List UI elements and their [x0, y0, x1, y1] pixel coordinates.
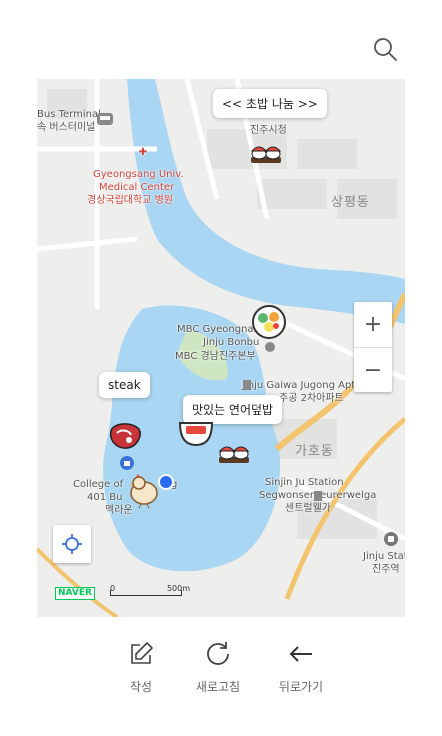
search-icon	[374, 38, 397, 61]
write-button[interactable]: 작성	[116, 640, 166, 695]
current-location-dot	[158, 474, 174, 490]
search-button[interactable]	[370, 34, 402, 66]
refresh-button[interactable]: 새로고침	[188, 640, 248, 695]
zoom-out-button[interactable]: −	[354, 348, 392, 393]
bus-icon	[97, 113, 113, 125]
arrow-left-icon	[289, 646, 312, 662]
bus-terminal-ko-label: 속 버스터미널	[37, 122, 96, 133]
building-icon	[265, 342, 275, 352]
refresh-label: 새로고침	[195, 680, 241, 694]
chicken-icon[interactable]	[127, 473, 161, 509]
current-location-button[interactable]	[53, 525, 91, 563]
steak-icon[interactable]	[107, 421, 143, 451]
sushi-post-bubble[interactable]: << 초밥 나눔 >>	[213, 89, 327, 118]
train-station-icon	[384, 532, 398, 546]
station-building-icon	[314, 491, 322, 501]
hospital-label-ko: 경상국립대학교 병원	[87, 195, 173, 206]
back-button[interactable]: 뒤로가기	[270, 640, 332, 695]
college-label-1: College of	[73, 479, 124, 490]
sushi-icon-2[interactable]	[217, 439, 251, 467]
pencil-square-icon	[131, 642, 153, 664]
map-scale: 0 500m	[110, 584, 190, 596]
salad-bowl-icon[interactable]	[251, 305, 287, 339]
hospital-label-en: Gyeongsang Univ.	[93, 169, 184, 180]
crosshair-icon	[62, 534, 82, 554]
hospital-label-en-2: Medical Center	[99, 182, 175, 193]
apartment-icon	[243, 380, 251, 390]
write-label: 작성	[129, 680, 153, 694]
hospital-icon: ✚	[138, 147, 148, 158]
bus-terminal-label: Bus Terminal	[37, 109, 101, 120]
scale-bar	[110, 590, 182, 596]
apartment-label-en: Jinju Gaiwa Jugong Apt.	[242, 380, 359, 391]
naver-logo: NAVER	[55, 587, 95, 600]
jinju-station-label-ko: 진주역	[372, 564, 400, 575]
steak-post-bubble[interactable]: steak	[99, 372, 150, 398]
district-sangpyeong-label: 상평동	[331, 195, 370, 210]
zoom-control: + −	[354, 302, 392, 392]
college-label-2: 401 Bu	[87, 492, 123, 503]
sushi-icon[interactable]	[249, 139, 283, 167]
refresh-icon	[207, 642, 229, 665]
city-hall-label: 진주시청	[250, 125, 287, 136]
bottom-toolbar: 작성 새로고침 뒤로가기	[0, 640, 442, 710]
back-label: 뒤로가기	[278, 680, 324, 694]
mbc-label-ko: MBC 경남진주본부	[175, 351, 256, 362]
rice-bowl-icon[interactable]	[178, 419, 214, 447]
zoom-in-button[interactable]: +	[354, 302, 392, 348]
jinju-station-label-en: Jinju Stati	[363, 551, 405, 562]
district-gaho-label: 가호동	[295, 444, 334, 459]
apartment-label-ko: 주공 2차아파트	[279, 393, 344, 404]
school-marker-icon	[120, 456, 134, 470]
station-label-ko: 센트럴웰가	[285, 503, 331, 514]
station-label-en: Sinjin Ju Station	[265, 477, 344, 488]
map-view[interactable]: Bus Terminal 속 버스터미널 ✚ Gyeongsang Univ. …	[37, 79, 405, 617]
